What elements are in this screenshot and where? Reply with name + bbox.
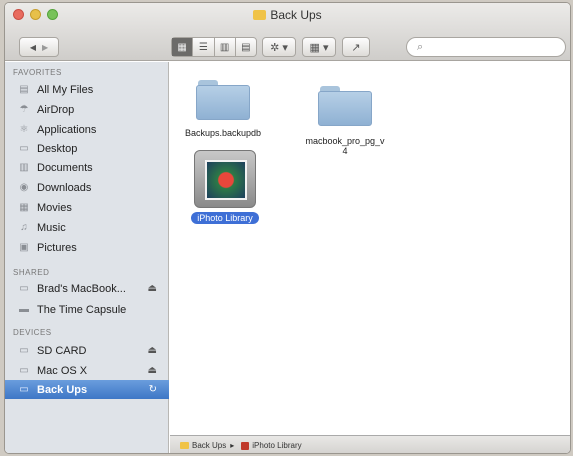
sidebar-item-label: Brad's MacBook...	[37, 282, 126, 295]
iphoto-library-icon	[194, 150, 256, 208]
sidebar-item-mac-os-x[interactable]: ▭ Mac OS X ⏏	[5, 361, 169, 380]
window-title-text: Back Ups	[270, 8, 322, 22]
eject-icon[interactable]: ⏏	[148, 283, 157, 294]
path-bar: Back Ups ▸ iPhoto Library	[170, 435, 570, 453]
sidebar-item-label: Music	[37, 221, 66, 234]
file-label-selected: iPhoto Library	[191, 212, 259, 224]
folder-icon	[318, 86, 372, 126]
sidebar-item-movies[interactable]: ▦ Movies	[5, 198, 169, 217]
sidebar-item-all-my-files[interactable]: ▤ All My Files	[5, 80, 169, 99]
finder-window: Back Ups ◀ ▶ ▦ ☰ ▥ ▤ ✲ ▾ ▦ ▾ ↗ ⌕ FAVORIT…	[4, 2, 571, 454]
sidebar-item-airdrop[interactable]: ☂ AirDrop	[5, 100, 169, 119]
eject-icon[interactable]: ⏏	[148, 365, 157, 376]
sidebar-item-time-capsule[interactable]: ▬ The Time Capsule	[5, 300, 169, 319]
sidebar-item-label: Applications	[37, 123, 97, 136]
search-input[interactable]: ⌕	[406, 37, 566, 57]
music-icon: ♫	[20, 222, 28, 233]
airdrop-icon: ☂	[19, 104, 29, 115]
eject-icon[interactable]: ⏏	[148, 345, 157, 356]
search-icon: ⌕	[417, 40, 424, 53]
pictures-icon: ▣	[19, 242, 29, 253]
sidebar-item-label: Mac OS X	[37, 364, 88, 377]
path-segment-root[interactable]: Back Ups	[192, 441, 226, 450]
sd-card-icon: ▭	[19, 345, 29, 356]
backup-drive-icon: ▭	[19, 384, 29, 395]
sidebar-header-favorites: FAVORITES	[13, 68, 62, 77]
share-button[interactable]: ↗	[342, 37, 370, 57]
movies-icon: ▦	[19, 202, 29, 213]
applications-icon: ⚛	[19, 124, 29, 135]
sidebar-item-label: All My Files	[37, 83, 94, 96]
arrange-button[interactable]: ▦ ▾	[302, 37, 336, 57]
sidebar-item-brads-macbook[interactable]: ▭ Brad's MacBook... ⏏	[5, 279, 169, 298]
sidebar-item-sd-card[interactable]: ▭ SD CARD ⏏	[5, 341, 169, 360]
view-mode-buttons[interactable]: ▦ ☰ ▥ ▤	[171, 37, 257, 57]
cover-flow-button[interactable]: ▤	[236, 38, 256, 56]
photo-library-item[interactable]: iPhoto Library	[180, 150, 270, 224]
action-gear-button[interactable]: ✲ ▾	[262, 37, 296, 57]
laptop-icon: ▭	[19, 283, 29, 294]
sidebar-item-label: Downloads	[37, 181, 92, 194]
path-separator-icon: ▸	[230, 441, 235, 450]
sidebar-item-music[interactable]: ♫ Music	[5, 218, 169, 237]
sidebar-item-pictures[interactable]: ▣ Pictures	[5, 238, 169, 257]
sidebar-header-shared: SHARED	[13, 268, 50, 277]
sidebar-item-applications[interactable]: ⚛ Applications	[5, 120, 169, 139]
back-forward-buttons[interactable]: ◀ ▶	[19, 37, 59, 57]
title-bar: Back Ups ◀ ▶ ▦ ☰ ▥ ▤ ✲ ▾ ▦ ▾ ↗ ⌕	[5, 3, 570, 61]
sidebar-item-label: The Time Capsule	[37, 303, 127, 316]
window-title: Back Ups	[5, 8, 570, 22]
list-view-button[interactable]: ☰	[193, 38, 215, 56]
file-label: Backups.backupdb	[184, 128, 262, 138]
sidebar-item-label: Back Ups	[37, 383, 88, 396]
sidebar-item-label: Movies	[37, 201, 72, 214]
file-browser-area[interactable]: Backups.backupdb macbook_pro_pg_v4 iPhot…	[170, 62, 570, 435]
back-arrow-icon[interactable]: ◀	[30, 43, 36, 52]
sidebar-item-back-ups[interactable]: ▭ Back Ups ↻	[5, 380, 169, 399]
folder-icon	[253, 10, 267, 20]
sidebar-item-label: SD CARD	[37, 344, 87, 357]
sidebar-item-label: Pictures	[37, 241, 77, 254]
sidebar-item-label: Desktop	[37, 142, 78, 155]
sync-icon[interactable]: ↻	[149, 384, 157, 395]
folder-item-macbook-pro[interactable]: macbook_pro_pg_v4	[290, 86, 400, 156]
folder-icon	[180, 442, 189, 449]
desktop-icon: ▭	[19, 143, 29, 154]
sidebar: FAVORITES ▤ All My Files ☂ AirDrop ⚛ Applic…	[5, 62, 169, 453]
path-segment-leaf[interactable]: iPhoto Library	[252, 441, 301, 450]
downloads-icon: ◉	[19, 182, 29, 193]
sidebar-header-devices: DEVICES	[13, 328, 52, 337]
forward-arrow-icon[interactable]: ▶	[42, 43, 48, 52]
column-view-button[interactable]: ▥	[215, 38, 236, 56]
folder-item-backups-backupdb[interactable]: Backups.backupdb	[178, 80, 268, 138]
time-capsule-icon: ▬	[19, 304, 29, 315]
sidebar-item-desktop[interactable]: ▭ Desktop	[5, 139, 169, 158]
sidebar-item-label: AirDrop	[37, 103, 75, 116]
file-label: macbook_pro_pg_v4	[305, 136, 385, 156]
folder-icon	[196, 80, 250, 120]
hard-drive-icon: ▭	[19, 365, 29, 376]
documents-icon: ▥	[19, 162, 29, 173]
photo-library-icon	[241, 441, 250, 450]
sidebar-item-downloads[interactable]: ◉ Downloads	[5, 178, 169, 197]
sidebar-item-documents[interactable]: ▥ Documents	[5, 158, 169, 177]
icon-view-button[interactable]: ▦	[172, 38, 194, 56]
all-files-icon: ▤	[19, 84, 29, 95]
sidebar-item-label: Documents	[37, 161, 93, 174]
